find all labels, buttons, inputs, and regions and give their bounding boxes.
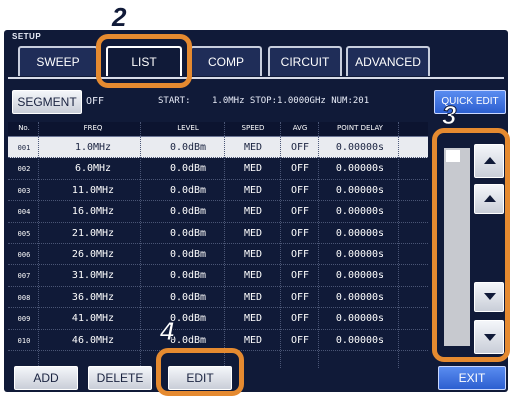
cell-freq: 6.0MHz: [74, 163, 112, 175]
cell-level: 0.0dBm: [169, 142, 207, 153]
cell-level: 0.0dBm: [169, 184, 207, 196]
cell-delay: 0.00000s: [335, 248, 385, 260]
table-row[interactable]: 004 16.0MHz 0.0dBm MED OFF 0.00000s: [8, 201, 428, 223]
cell-no: 009: [17, 315, 31, 324]
cell-avg: OFF: [290, 334, 310, 346]
step-number-list: 2: [112, 2, 127, 32]
cell-avg: OFF: [290, 291, 310, 303]
cell-avg: OFF: [290, 270, 310, 282]
cell-avg: OFF: [290, 227, 310, 239]
cell-speed: MED: [243, 248, 263, 260]
cell-speed: MED: [243, 270, 263, 282]
cell-no: 010: [17, 336, 31, 345]
cell-level: 0.0dBm: [169, 206, 207, 218]
cell-avg: OFF: [290, 163, 310, 175]
header-freq: FREQ: [83, 124, 103, 132]
cell-avg: OFF: [290, 206, 310, 218]
segment-state: OFF: [86, 96, 105, 107]
column-divider: [280, 122, 281, 368]
table-row[interactable]: 001 1.0MHz 0.0dBm MED OFF 0.00000s: [8, 137, 428, 159]
cell-no: 007: [17, 272, 31, 281]
step-number-scroll: 3: [441, 100, 457, 131]
cell-freq: 36.0MHz: [71, 291, 115, 303]
cell-delay: 0.00000s: [335, 142, 385, 153]
cell-speed: MED: [243, 163, 263, 175]
tab-advanced[interactable]: ADVANCED: [346, 46, 430, 76]
cell-avg: OFF: [290, 184, 310, 196]
cell-avg: OFF: [290, 142, 310, 153]
cell-delay: 0.00000s: [335, 227, 385, 239]
tab-comp[interactable]: COMP: [190, 46, 262, 76]
cell-speed: MED: [243, 142, 263, 153]
cell-delay: 0.00000s: [335, 291, 385, 303]
segment-button[interactable]: SEGMENT: [12, 90, 82, 114]
cell-freq: 26.0MHz: [71, 248, 115, 260]
tab-circuit[interactable]: CIRCUIT: [268, 46, 342, 76]
cell-speed: MED: [243, 227, 263, 239]
add-button[interactable]: ADD: [14, 366, 78, 390]
column-divider: [318, 122, 319, 368]
cell-speed: MED: [243, 313, 263, 325]
cell-freq: 31.0MHz: [71, 270, 115, 282]
header-level: LEVEL: [177, 124, 199, 132]
list-table: No. FREQ LEVEL SPEED AVG POINT DELAY 001…: [8, 122, 428, 351]
cell-avg: OFF: [290, 248, 310, 260]
cell-freq: 21.0MHz: [71, 227, 115, 239]
start-label: START:: [158, 96, 191, 106]
cell-level: 0.0dBm: [169, 270, 207, 282]
table-row[interactable]: 002 6.0MHz 0.0dBm MED OFF 0.00000s: [8, 158, 428, 180]
table-header: No. FREQ LEVEL SPEED AVG POINT DELAY: [8, 122, 428, 137]
tab-sweep[interactable]: SWEEP: [18, 46, 98, 76]
cell-delay: 0.00000s: [335, 206, 385, 218]
cell-speed: MED: [243, 184, 263, 196]
cell-freq: 41.0MHz: [71, 313, 115, 325]
cell-avg: OFF: [290, 313, 310, 325]
cell-speed: MED: [243, 291, 263, 303]
cell-no: 006: [17, 250, 31, 259]
table-row[interactable]: 008 36.0MHz 0.0dBm MED OFF 0.00000s: [8, 287, 428, 309]
table-row[interactable]: 009 41.0MHz 0.0dBm MED OFF 0.00000s: [8, 308, 428, 330]
cell-delay: 0.00000s: [335, 334, 385, 346]
cell-no: 005: [17, 229, 31, 238]
header-no: No.: [18, 124, 30, 132]
cell-delay: 0.00000s: [335, 184, 385, 196]
header-speed: SPEED: [241, 124, 265, 132]
table-row[interactable]: 005 21.0MHz 0.0dBm MED OFF 0.00000s: [8, 223, 428, 244]
cell-no: 001: [17, 144, 31, 152]
table-row[interactable]: 006 26.0MHz 0.0dBm MED OFF 0.00000s: [8, 244, 428, 266]
highlight-ring-edit: [156, 348, 244, 396]
sweep-range-text: 1.0MHz STOP:1.0000GHz NUM:201: [212, 96, 370, 106]
panel-title: SETUP: [12, 32, 42, 41]
cell-level: 0.0dBm: [169, 227, 207, 239]
cell-delay: 0.00000s: [335, 270, 385, 282]
highlight-ring-list: [96, 34, 192, 88]
cell-freq: 46.0MHz: [71, 334, 115, 346]
column-divider: [140, 122, 141, 368]
column-divider: [398, 122, 399, 368]
exit-button[interactable]: EXIT: [438, 366, 506, 390]
cell-no: 004: [17, 208, 31, 217]
column-divider: [224, 122, 225, 368]
column-divider: [38, 122, 39, 368]
cell-no: 002: [17, 165, 31, 174]
cell-delay: 0.00000s: [335, 313, 385, 325]
cell-speed: MED: [243, 334, 263, 346]
cell-delay: 0.00000s: [335, 163, 385, 175]
table-row[interactable]: 003 11.0MHz 0.0dBm MED OFF 0.00000s: [8, 180, 428, 202]
cell-level: 0.0dBm: [169, 248, 207, 260]
cell-level: 0.0dBm: [169, 291, 207, 303]
cell-no: 003: [17, 186, 31, 195]
cell-freq: 11.0MHz: [71, 184, 115, 196]
cell-no: 008: [17, 293, 31, 302]
cell-speed: MED: [243, 206, 263, 218]
cell-freq: 1.0MHz: [74, 142, 112, 153]
cell-level: 0.0dBm: [169, 163, 207, 175]
delete-button[interactable]: DELETE: [88, 366, 152, 390]
table-row[interactable]: 007 31.0MHz 0.0dBm MED OFF 0.00000s: [8, 265, 428, 287]
step-number-edit: 4: [159, 316, 175, 347]
header-point-delay: POINT DELAY: [337, 124, 383, 132]
header-avg: AVG: [292, 124, 308, 132]
highlight-ring-scroll: [432, 128, 510, 362]
cell-freq: 16.0MHz: [71, 206, 115, 218]
